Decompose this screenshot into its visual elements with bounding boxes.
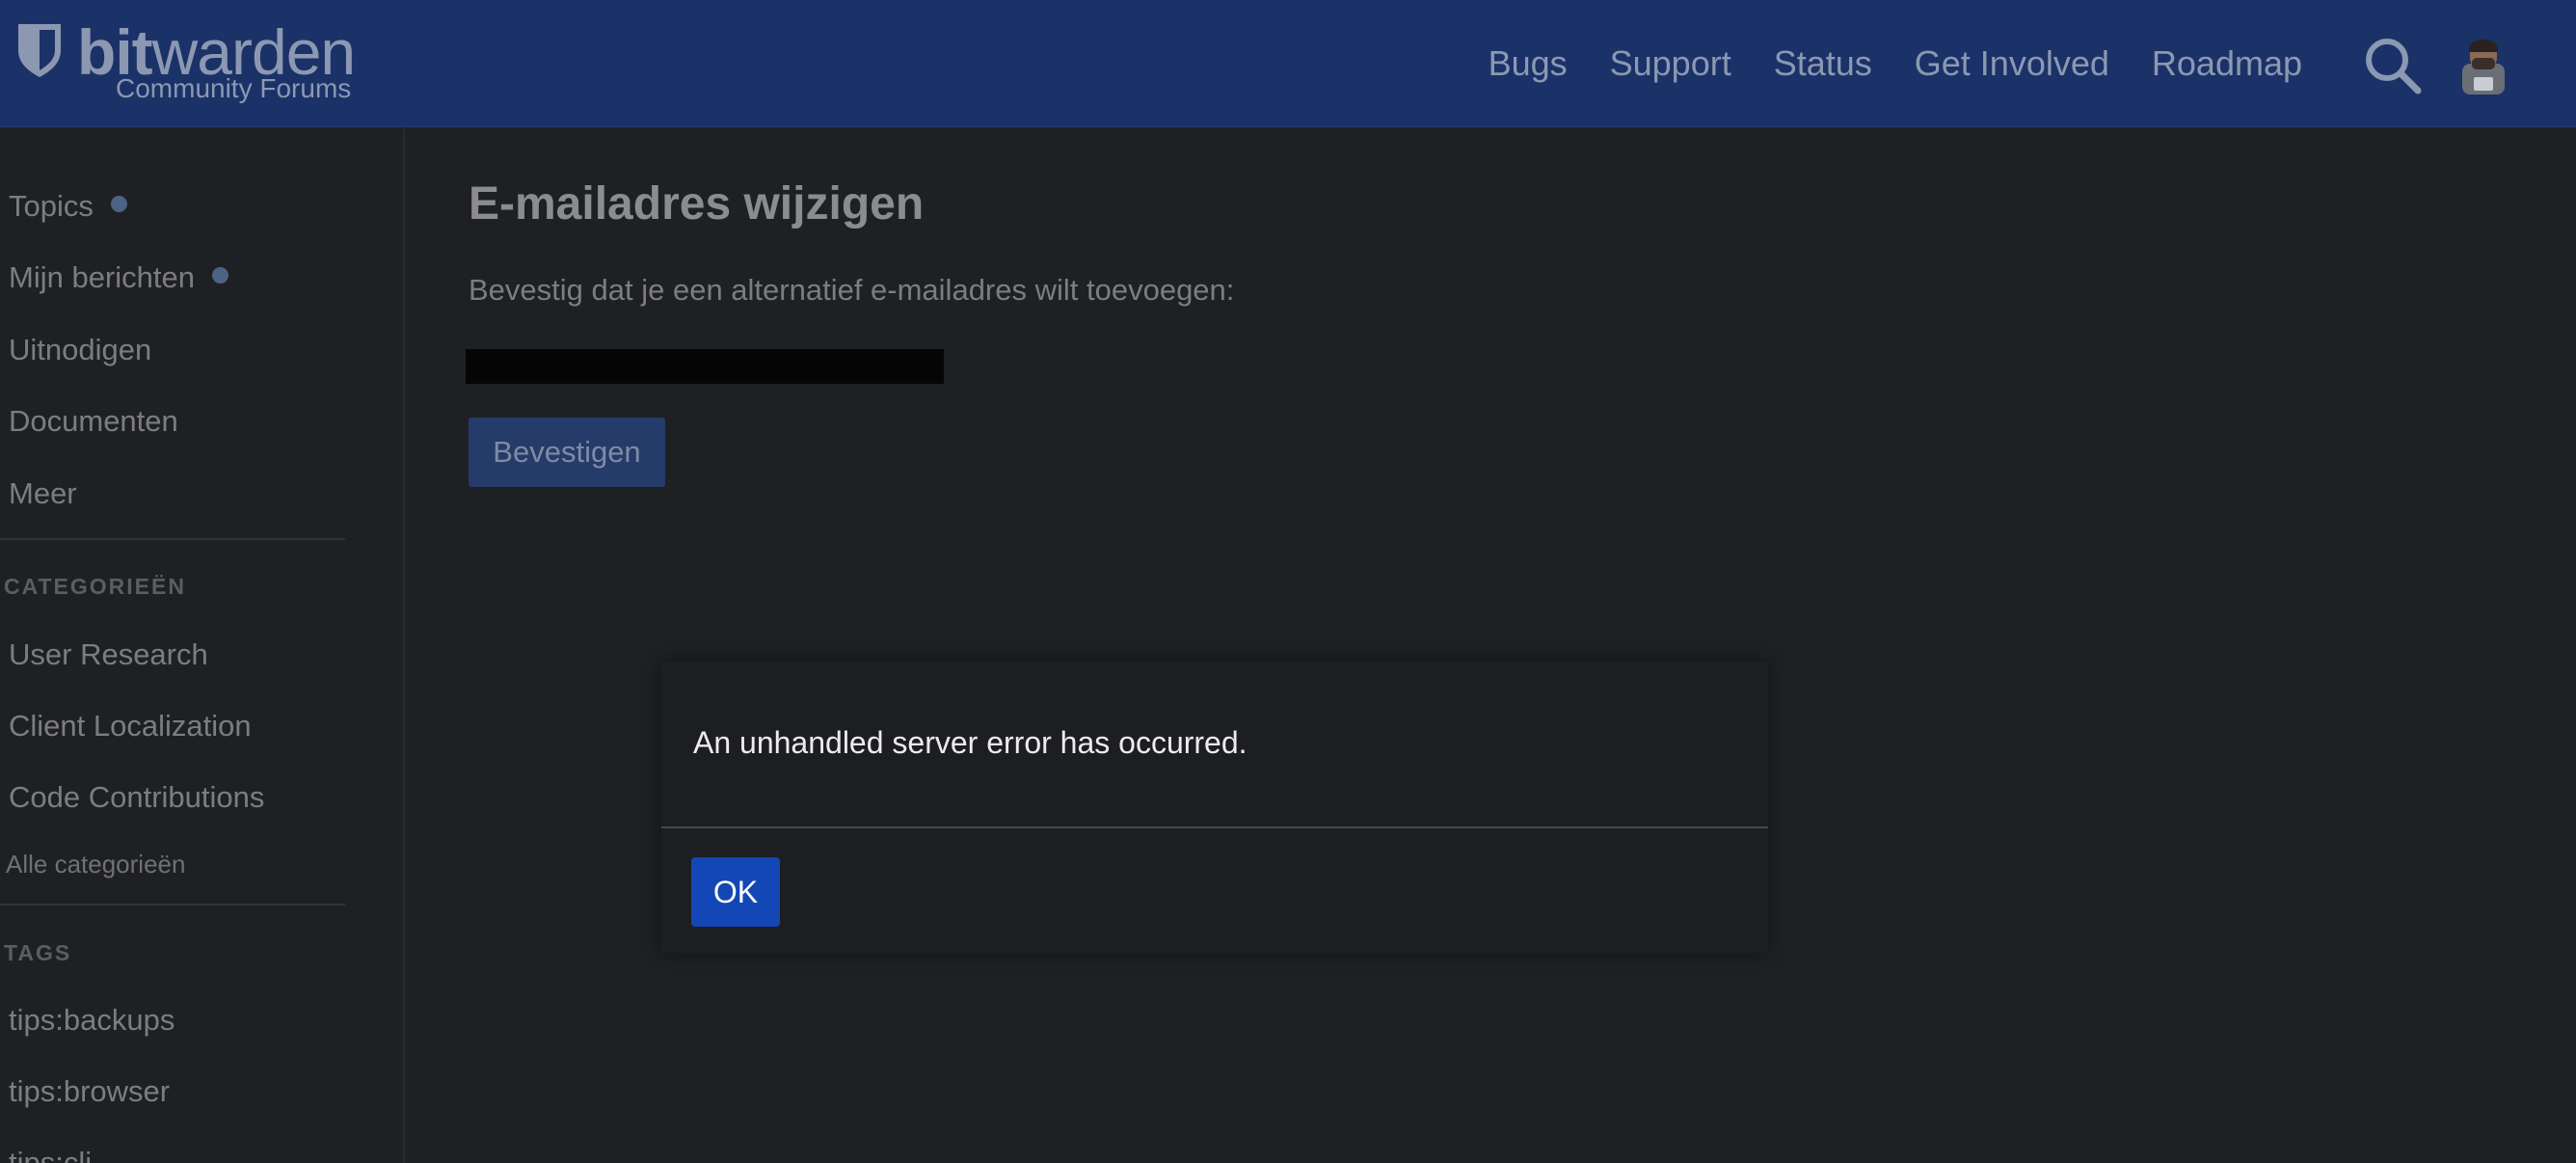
logo-subtitle: Community Forums (116, 73, 352, 103)
unread-dot-icon (110, 196, 127, 212)
page-title: E-mailadres wijzigen (469, 178, 925, 230)
nav-bugs[interactable]: Bugs (1467, 43, 1589, 84)
category-client-localization[interactable]: Client Localization (9, 709, 252, 744)
dialog-divider (661, 826, 1768, 828)
all-categories-link[interactable]: Alle categorieën (6, 850, 185, 879)
nav-roadmap[interactable]: Roadmap (2131, 43, 2323, 84)
confirm-button[interactable]: Bevestigen (469, 418, 665, 487)
sidebar-divider (0, 904, 345, 906)
nav-get-involved[interactable]: Get Involved (1893, 43, 2131, 84)
tag-tips-cli[interactable]: tips:cli (9, 1146, 92, 1163)
sidebar-item-meer[interactable]: Meer (9, 476, 77, 511)
sidebar-item-label: Topics (9, 189, 94, 223)
redacted-email (466, 349, 944, 384)
ok-button[interactable]: OK (691, 857, 780, 927)
categories-heading[interactable]: CATEGORIEËN (4, 574, 186, 600)
sidebar: Topics Mijn berichten Uitnodigen Documen… (0, 128, 405, 1163)
search-icon[interactable] (2364, 37, 2422, 95)
category-code-contributions[interactable]: Code Contributions (9, 780, 264, 815)
sidebar-item-topics[interactable]: Topics (9, 189, 127, 224)
sidebar-item-uitnodigen[interactable]: Uitnodigen (9, 333, 151, 367)
unread-dot-icon (211, 267, 228, 284)
tag-tips-backups[interactable]: tips:backups (9, 1003, 174, 1038)
header-nav: Bugs Support Status Get Involved Roadmap (1467, 0, 2323, 127)
confirm-instruction: Bevestig dat je een alternatief e-mailad… (469, 273, 1235, 307)
sidebar-item-mijn-berichten[interactable]: Mijn berichten (9, 260, 228, 295)
error-message: An unhandled server error has occurred. (693, 725, 1248, 760)
bitwarden-logo[interactable]: bitwarden Community Forums (15, 16, 362, 114)
user-avatar[interactable] (2460, 35, 2507, 95)
error-dialog: An unhandled server error has occurred. … (661, 662, 1768, 953)
tag-tips-browser[interactable]: tips:browser (9, 1074, 170, 1109)
sidebar-item-documenten[interactable]: Documenten (9, 404, 178, 439)
site-header: bitwarden Community Forums Bugs Support … (0, 0, 2576, 127)
shield-icon (18, 24, 61, 77)
category-user-research[interactable]: User Research (9, 637, 208, 672)
sidebar-divider (0, 538, 345, 540)
nav-support[interactable]: Support (1589, 43, 1753, 84)
sidebar-item-label: Mijn berichten (9, 260, 195, 294)
tags-heading[interactable]: TAGS (4, 940, 71, 966)
nav-status[interactable]: Status (1753, 43, 1893, 84)
